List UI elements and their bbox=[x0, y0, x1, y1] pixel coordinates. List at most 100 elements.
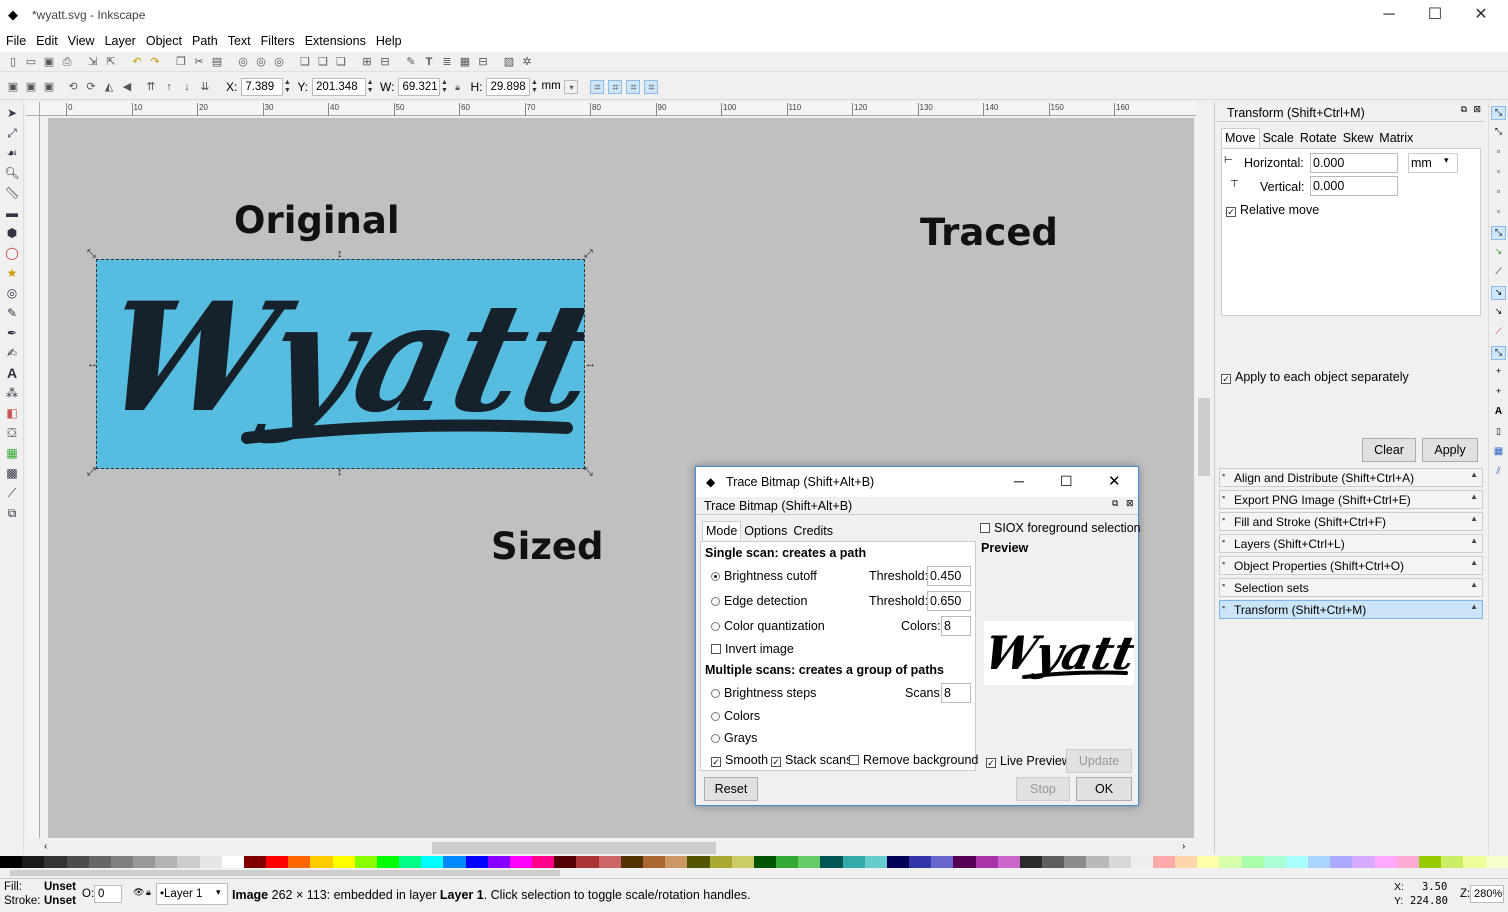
palette-swatch[interactable] bbox=[1263, 856, 1286, 868]
redo-icon[interactable]: ↷ bbox=[148, 55, 162, 69]
smooth-option[interactable]: ✓ Smooth bbox=[711, 753, 768, 767]
raise-icon[interactable]: ↑ bbox=[162, 80, 176, 94]
stack-scans-option[interactable]: ✓ Stack scans bbox=[771, 753, 852, 767]
unit-select[interactable]: mm bbox=[538, 78, 562, 96]
move-patterns-icon[interactable]: ⌗ bbox=[644, 79, 659, 94]
vertical-scrollbar[interactable] bbox=[1196, 102, 1212, 840]
minimize-button[interactable]: ─ bbox=[1366, 0, 1412, 30]
deselect-icon[interactable]: ▣ bbox=[42, 80, 56, 94]
snap-page-icon[interactable]: ▯ bbox=[1491, 426, 1506, 440]
palette-swatch[interactable] bbox=[1042, 856, 1065, 868]
document-properties-icon[interactable]: ▧ bbox=[502, 55, 516, 69]
palette-swatch[interactable] bbox=[266, 856, 289, 868]
menu-help[interactable]: Help bbox=[370, 30, 406, 48]
print-icon[interactable]: ⎙ bbox=[60, 55, 74, 69]
edge-detection-radio[interactable] bbox=[711, 597, 720, 606]
save-icon[interactable]: ▣ bbox=[42, 55, 56, 69]
lock-toggle-icon[interactable]: 🔒︎ bbox=[146, 887, 151, 898]
menu-extensions[interactable]: Extensions bbox=[299, 30, 370, 48]
fill-stroke-icon[interactable]: ✎ bbox=[404, 55, 418, 69]
ungroup-icon[interactable]: ⊟ bbox=[378, 55, 392, 69]
palette-swatch[interactable] bbox=[953, 856, 976, 868]
palette-swatch[interactable] bbox=[1130, 856, 1153, 868]
palette-swatch[interactable] bbox=[88, 856, 111, 868]
zoom-selection-icon[interactable]: ◎ bbox=[236, 55, 250, 69]
zoom-field[interactable]: 280% bbox=[1470, 885, 1504, 903]
palette-swatch[interactable] bbox=[554, 856, 577, 868]
spiral-tool-icon[interactable]: ◎ bbox=[3, 284, 21, 302]
opacity-field[interactable]: 0 bbox=[94, 885, 122, 903]
palette-swatch[interactable] bbox=[243, 856, 267, 868]
palette-swatch[interactable] bbox=[199, 856, 222, 868]
scale-stroke-icon[interactable]: ⌗ bbox=[590, 79, 605, 94]
remove-background-checkbox[interactable] bbox=[849, 755, 859, 765]
cut-icon[interactable]: ✂ bbox=[192, 55, 206, 69]
color-quantization-option[interactable]: Color quantization bbox=[711, 619, 825, 633]
menu-object[interactable]: Object bbox=[140, 30, 186, 48]
dialog-minimize-button[interactable]: ─ bbox=[1014, 473, 1024, 489]
duplicate-icon[interactable]: ❏ bbox=[298, 55, 312, 69]
palette-swatch[interactable] bbox=[997, 856, 1020, 868]
live-preview-option[interactable]: ✓ Live Preview bbox=[986, 754, 1071, 768]
move-gradients-icon[interactable]: ⌗ bbox=[626, 79, 641, 94]
remove-background-option[interactable]: Remove background bbox=[849, 753, 978, 767]
grays-option[interactable]: Grays bbox=[711, 731, 757, 745]
stroke-value[interactable]: Unset bbox=[44, 895, 76, 907]
palette-swatch[interactable] bbox=[1485, 856, 1508, 868]
palette-swatch[interactable] bbox=[709, 856, 732, 868]
smooth-checkbox[interactable]: ✓ bbox=[711, 757, 721, 767]
mesh-tool-icon[interactable]: ▩ bbox=[3, 464, 21, 482]
palette-swatch[interactable] bbox=[1441, 856, 1464, 868]
palette-swatch[interactable] bbox=[776, 856, 799, 868]
resize-handle-e[interactable]: ↔ bbox=[585, 358, 596, 370]
scroll-left-icon[interactable]: ‹ bbox=[44, 841, 47, 852]
fill-value[interactable]: Unset bbox=[44, 881, 76, 893]
palette-swatch[interactable] bbox=[1396, 856, 1419, 868]
snap-toggle-icon[interactable]: ⤡ bbox=[1491, 106, 1506, 120]
h-spinner[interactable]: ▲ ▼ bbox=[530, 79, 538, 95]
layers-icon[interactable]: ≣ bbox=[440, 55, 454, 69]
palette-swatch[interactable] bbox=[665, 856, 688, 868]
palette-swatch[interactable] bbox=[443, 856, 466, 868]
panel-float-icon[interactable]: ⧉ bbox=[1461, 104, 1467, 115]
flip-vertical-icon[interactable]: ◀ bbox=[120, 80, 134, 94]
palette-swatch[interactable] bbox=[1352, 856, 1375, 868]
export-icon[interactable]: ⇱ bbox=[104, 55, 118, 69]
pen-tool-icon[interactable]: ✒ bbox=[3, 324, 21, 342]
tab-credits[interactable]: Credits bbox=[790, 522, 836, 540]
relative-move-row[interactable]: ✓ Relative move bbox=[1226, 203, 1319, 217]
dock-tab-export[interactable]: Export PNG Image (Shift+Ctrl+E) ▲ bbox=[1219, 490, 1483, 509]
siox-option[interactable]: SIOX foreground selection bbox=[980, 521, 1141, 535]
rectangle-tool-icon[interactable]: ▬ bbox=[3, 204, 21, 222]
colors-option[interactable]: Colors bbox=[711, 709, 760, 723]
dock-tab-align[interactable]: Align and Distribute (Shift+Ctrl+A) ▲ bbox=[1219, 468, 1483, 487]
palette-swatch[interactable] bbox=[1064, 856, 1087, 868]
scans-field[interactable]: 8 bbox=[941, 683, 971, 703]
snap-bbox-center-icon[interactable]: ▫ bbox=[1491, 206, 1506, 220]
open-icon[interactable]: ▭ bbox=[24, 55, 38, 69]
vertical-field[interactable]: 0.000 bbox=[1310, 176, 1398, 196]
sized-label[interactable]: Sized bbox=[491, 525, 603, 568]
tab-options[interactable]: Options bbox=[741, 522, 790, 540]
connector-tool-icon[interactable]: ⧉ bbox=[3, 504, 21, 522]
palette-swatch[interactable] bbox=[864, 856, 887, 868]
dock-tab-fill-stroke[interactable]: Fill and Stroke (Shift+Ctrl+F) ▲ bbox=[1219, 512, 1483, 531]
palette-swatch[interactable] bbox=[1219, 856, 1242, 868]
snap-smooth-icon[interactable]: ↘ bbox=[1491, 306, 1506, 320]
palette-swatch[interactable] bbox=[487, 856, 510, 868]
xml-editor-icon[interactable]: ▦ bbox=[458, 55, 472, 69]
resize-handle-nw[interactable]: ⤡ bbox=[87, 248, 96, 261]
select-all-icon[interactable]: ▣ bbox=[6, 80, 20, 94]
flip-horizontal-icon[interactable]: ◭ bbox=[102, 80, 116, 94]
layer-dropdown-icon[interactable]: ▾ bbox=[216, 887, 221, 898]
tab-rotate[interactable]: Rotate bbox=[1297, 129, 1340, 147]
w-spinner[interactable]: ▲ ▼ bbox=[440, 79, 448, 95]
scroll-right-icon[interactable]: › bbox=[1182, 841, 1185, 852]
brightness-cutoff-option[interactable]: Brightness cutoff bbox=[711, 569, 817, 583]
chevron-down-icon[interactable]: ▾ bbox=[564, 79, 579, 94]
invert-image-option[interactable]: Invert image bbox=[711, 642, 794, 656]
snap-path-icon[interactable]: ↘ bbox=[1491, 246, 1506, 260]
palette-swatch[interactable] bbox=[1285, 856, 1309, 868]
palette-swatch[interactable] bbox=[687, 856, 710, 868]
palette-swatch[interactable] bbox=[177, 856, 200, 868]
